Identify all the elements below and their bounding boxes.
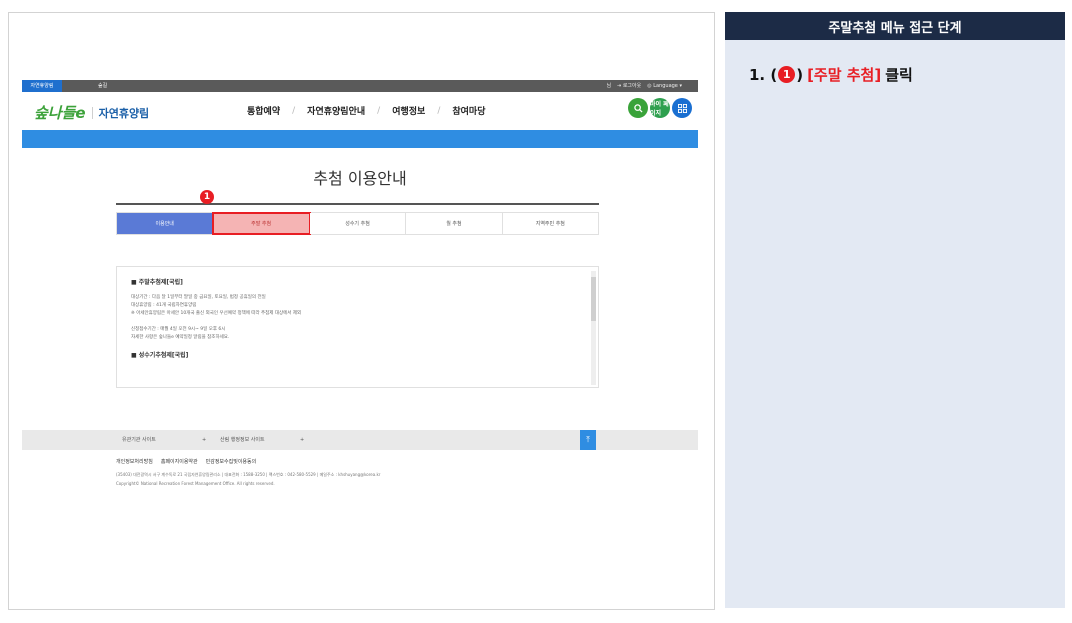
mypage-icon[interactable]: 마이 페이지	[650, 98, 670, 118]
tab-weekend-lottery[interactable]: 주말 추첨	[212, 212, 311, 235]
tab-guide[interactable]: 이용안내	[117, 213, 214, 234]
tab-monthly-lottery[interactable]: 월 추첨	[406, 213, 503, 234]
step-badge: 1	[200, 190, 214, 204]
page-title: 추첨 이용안내	[313, 169, 407, 188]
nav-separator: /	[437, 105, 441, 116]
tab-resident-lottery[interactable]: 지역주민 추첨	[502, 213, 599, 234]
topbar-user-menu: 님 ⇥ 로그아웃 ◎ Language ▾	[606, 80, 682, 92]
info-scrollbar[interactable]	[591, 271, 596, 385]
nav-separator: /	[377, 105, 381, 116]
guide-slide: 자연휴양림 숲길 님 ⇥ 로그아웃 ◎ Language ▾ 숲나들e 자연휴양…	[0, 0, 1072, 623]
footer-site-bar: 유관기관 사이트 + 산림 행정정보 사이트 + ⤒	[22, 430, 698, 450]
step-suffix: )	[796, 65, 804, 84]
footer-links: 개인정보처리방침 홈페이지이용약관 민감정보수집및이용동의	[116, 458, 380, 465]
info-line: 대상기간 : 다음 달 1일부터 말일 중 금요일, 토요일, 법정 공휴일의 …	[131, 295, 266, 300]
admin-sites-select[interactable]: 산림 행정정보 사이트	[220, 430, 265, 450]
tab-peak-season-lottery[interactable]: 성수기 추첨	[309, 213, 407, 234]
footer-info: 개인정보처리방침 홈페이지이용약관 민감정보수집및이용동의 (35403) 대전…	[116, 458, 380, 488]
step-prefix: 1. (	[749, 65, 778, 84]
info-line: 자세한 사항은 숲나들e 예약일정 알림을 참조하세요.	[131, 335, 230, 340]
step-action: 클릭	[885, 66, 913, 84]
plus-icon[interactable]: +	[202, 430, 206, 450]
header-icons: 마이 페이지	[628, 98, 692, 118]
footer-address: (35403) 대전광역시 서구 계수독로 21 국립자연휴양림관리소 | 대표…	[116, 472, 381, 477]
main-nav: 통합예약 / 자연휴양림안내 / 여행정보 / 참여마당	[247, 104, 485, 118]
info-line: ※ 아세안휴양림은 아세안 10개국 출신 외국인 우선예약 정책에 따라 추첨…	[131, 311, 302, 316]
plus-icon[interactable]: +	[300, 430, 304, 450]
nav-item-forest-guide[interactable]: 자연휴양림안내	[307, 104, 365, 117]
sub-banner	[22, 130, 698, 148]
topbar-forest-tab[interactable]: 숲길	[98, 80, 107, 92]
guide-step-1: 1. ( 1 ) [주말 추첨] 클릭	[749, 64, 913, 85]
nav-item-reservation[interactable]: 통합예약	[247, 104, 280, 117]
info-heading-peak: ■ 성수기추첨제[국립]	[131, 352, 189, 359]
lottery-tabs: 이용안내 주말 추첨 성수기 추첨 월 추첨 지역주민 추첨	[116, 212, 599, 235]
scrollbar-thumb[interactable]	[591, 277, 596, 321]
site-logo[interactable]: 숲나들e 자연휴양림	[34, 102, 149, 123]
info-line: 대상휴양림 : 41개 국립자연휴양림	[131, 303, 197, 308]
footer-link-sensitive[interactable]: 민감정보수집및이용동의	[206, 458, 257, 465]
nav-item-travel[interactable]: 여행정보	[392, 104, 425, 117]
site-name: 자연휴양림	[98, 106, 150, 120]
logout-link[interactable]: ⇥ 로그아웃	[617, 80, 641, 92]
title-divider	[116, 203, 599, 205]
footer-link-terms[interactable]: 홈페이지이용약관	[161, 458, 198, 465]
step-number-badge: 1	[778, 66, 796, 83]
footer-link-privacy[interactable]: 개인정보처리방침	[116, 458, 153, 465]
footer-copyright: Copyright© National Recreation Forest Ma…	[116, 481, 275, 486]
topbar-user: 님	[606, 83, 612, 89]
scroll-top-button[interactable]: ⤒	[580, 430, 596, 450]
step-target: [주말 추첨]	[807, 66, 882, 84]
info-line: 신청접수기간 : 매월 4일 오전 9시~ 9일 오후 6시	[131, 327, 226, 332]
language-select[interactable]: ◎ Language ▾	[647, 80, 682, 92]
search-icon[interactable]	[628, 98, 648, 118]
logo-mark: 숲나들e	[34, 104, 86, 122]
logout-label: 로그아웃	[622, 83, 642, 89]
site-header: 숲나들e 자연휴양림 통합예약 / 자연휴양림안내 / 여행정보 / 참여마당 …	[22, 92, 698, 130]
nav-separator: /	[292, 105, 296, 116]
guide-panel: 주말추첨 메뉴 접근 단계 1. ( 1 ) [주말 추첨] 클릭	[725, 12, 1065, 608]
info-heading-weekend: ■ 주말추첨제[국립]	[131, 279, 183, 286]
topbar-home-tab[interactable]: 자연휴양림	[22, 80, 62, 92]
globe-icon: ◎	[647, 83, 652, 89]
site-topbar: 자연휴양림 숲길 님 ⇥ 로그아웃 ◎ Language ▾	[22, 80, 698, 92]
nav-item-community[interactable]: 참여마당	[452, 104, 485, 117]
language-label: Language	[653, 83, 678, 89]
grid-menu-icon[interactable]	[672, 98, 692, 118]
related-sites-select[interactable]: 유관기관 사이트	[122, 430, 156, 450]
logo-divider	[91, 106, 93, 119]
lottery-info-box: ■ 주말추첨제[국립] 대상기간 : 다음 달 1일부터 말일 중 금요일, 토…	[116, 266, 599, 388]
guide-title: 주말추첨 메뉴 접근 단계	[725, 12, 1065, 40]
